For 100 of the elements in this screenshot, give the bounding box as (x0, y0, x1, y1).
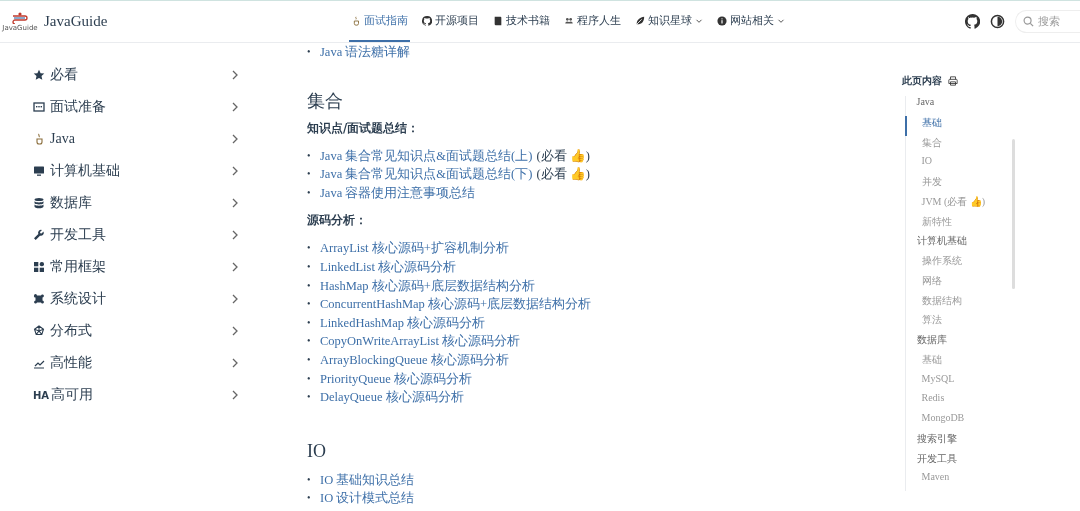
chevron-icon (231, 294, 239, 304)
toc-link[interactable]: 计算机基础 (904, 234, 1011, 254)
sidebar-item[interactable]: 系统设计 (33, 283, 239, 315)
search-field[interactable]: 搜索 (1015, 10, 1080, 33)
sidebar-item[interactable]: 数据库 (33, 187, 239, 219)
database-icon (33, 197, 45, 209)
github-icon (422, 15, 432, 26)
bullet: • (307, 472, 312, 487)
github-icon[interactable] (965, 14, 980, 29)
nav-link[interactable]: 开源项目 (420, 1, 481, 42)
chevron-icon (231, 230, 239, 240)
nav-link[interactable]: 面试指南 (349, 1, 410, 42)
toc-link[interactable]: 操作系统 (904, 254, 1011, 274)
toc-link[interactable]: 集合 (904, 135, 1011, 156)
site-title[interactable]: JavaGuide (44, 13, 349, 30)
article-link[interactable]: PriorityQueue 核心源码分析 (320, 369, 472, 389)
toc-link[interactable]: 新特性 (904, 214, 1011, 235)
toc-link[interactable]: JVM (必看 👍) (904, 194, 1011, 215)
bullet: • (307, 352, 312, 367)
article-link[interactable]: ArrayBlockingQueue 核心源码分析 (320, 350, 509, 370)
nav-link[interactable]: 网站相关 (715, 1, 787, 42)
wrench-icon (33, 229, 45, 241)
nav-link[interactable]: 知识星球 (633, 1, 705, 42)
article-link[interactable]: ArrayList 核心源码+扩容机制分析 (320, 239, 509, 258)
article-link[interactable]: Java 集合常见知识点&面试题总结(下) (320, 165, 533, 184)
info-icon (717, 15, 727, 26)
toc-link[interactable]: Java (904, 96, 1011, 116)
article-link[interactable]: LinkedList 核心源码分析 (320, 257, 456, 277)
toc-link[interactable]: Maven (904, 471, 1011, 491)
bullet: • (307, 148, 312, 163)
article-link[interactable]: CopyOnWriteArrayList 核心源码分析 (320, 332, 521, 351)
chevron-icon (231, 358, 239, 368)
article-link[interactable]: DelayQueue 核心源码分析 (320, 388, 464, 407)
subheading: 源码分析： (307, 213, 368, 229)
article-link[interactable]: LinkedHashMap 核心源码分析 (320, 313, 486, 333)
article-link[interactable]: IO 基础知识总结 (320, 470, 415, 490)
chevron-icon (231, 102, 239, 112)
toc-link[interactable]: 网络 (904, 273, 1011, 294)
section-heading: IO (307, 440, 327, 462)
bullet: • (307, 241, 312, 256)
bullet: • (307, 45, 312, 59)
toc-link[interactable]: 搜索引擎 (904, 431, 1011, 452)
toc-link[interactable]: 数据库 (904, 333, 1011, 353)
sidebar-item[interactable]: 面试准备 (33, 91, 239, 123)
toc-link[interactable]: IO (904, 155, 1011, 175)
sidebar-item[interactable]: 分布式 (33, 315, 239, 347)
toc-link[interactable]: 基础 (904, 115, 1011, 136)
sidebar-item[interactable]: 必看 (33, 59, 239, 91)
bullet: • (307, 185, 312, 200)
scrollbar[interactable] (1012, 139, 1015, 289)
toc-link[interactable]: Redis (904, 392, 1011, 412)
sidebar-item[interactable]: HA高可用 (33, 379, 239, 411)
bullet: • (307, 297, 312, 312)
sidebar-item[interactable]: 常用框架 (33, 251, 239, 283)
bullet: • (307, 278, 312, 293)
sidebar-item[interactable]: 高性能 (33, 347, 239, 379)
toc-link[interactable]: 数据结构 (904, 293, 1011, 314)
print-icon[interactable] (948, 76, 958, 86)
article-link[interactable]: ConcurrentHashMap 核心源码+底层数据结构分析 (320, 295, 591, 314)
sidebar-item[interactable]: 计算机基础 (33, 155, 239, 187)
calendar-icon (33, 101, 45, 113)
star-icon (33, 69, 45, 81)
article-link[interactable]: Java 集合常见知识点&面试题总结(上) (320, 146, 533, 166)
chevron-icon (231, 134, 239, 144)
bullet: • (307, 315, 312, 330)
article-link[interactable]: HashMap 核心源码+底层数据结构分析 (320, 276, 535, 296)
subheading: 知识点/面试题总结： (307, 120, 421, 136)
note-text: (必看 👍) (536, 166, 590, 184)
toc-link[interactable]: 基础 (904, 352, 1011, 373)
chevron-icon (231, 166, 239, 176)
chevron-icon (231, 390, 239, 400)
nav-link[interactable]: 技术书籍 (491, 1, 552, 42)
toc-title: 此页内容 (902, 74, 942, 88)
logo-icon[interactable] (11, 11, 29, 24)
cup-icon (33, 133, 45, 145)
bullet: • (307, 259, 312, 274)
chevron-icon (231, 262, 239, 272)
contrast-icon[interactable] (990, 14, 1005, 29)
bullet: • (307, 167, 312, 182)
nav-link[interactable]: 程序人生 (562, 1, 623, 42)
monitor-icon (33, 165, 45, 177)
section-heading: 集合 (307, 89, 344, 113)
toc-link[interactable]: 并发 (904, 175, 1011, 195)
bullet: • (307, 334, 312, 349)
people-icon (564, 15, 574, 26)
book-icon (493, 15, 503, 26)
article-link[interactable]: IO 设计模式总结 (320, 489, 415, 508)
chevron-icon (231, 326, 239, 336)
toc-link[interactable]: 算法 (904, 313, 1011, 333)
cup-icon (351, 15, 361, 26)
bullet: • (307, 390, 312, 405)
toc-link[interactable]: 开发工具 (904, 451, 1011, 472)
note-text: (必看 👍) (536, 147, 590, 165)
chevron-icon (231, 70, 239, 80)
sidebar-item[interactable]: 开发工具 (33, 219, 239, 251)
sidebar-item[interactable]: Java (33, 123, 239, 155)
article-link[interactable]: Java 容器使用注意事项总结 (320, 183, 476, 203)
toc-link[interactable]: MongoDB (904, 412, 1011, 432)
toc-link[interactable]: MySQL (904, 372, 1011, 393)
article-link[interactable]: Java 语法糖详解 (320, 43, 411, 62)
